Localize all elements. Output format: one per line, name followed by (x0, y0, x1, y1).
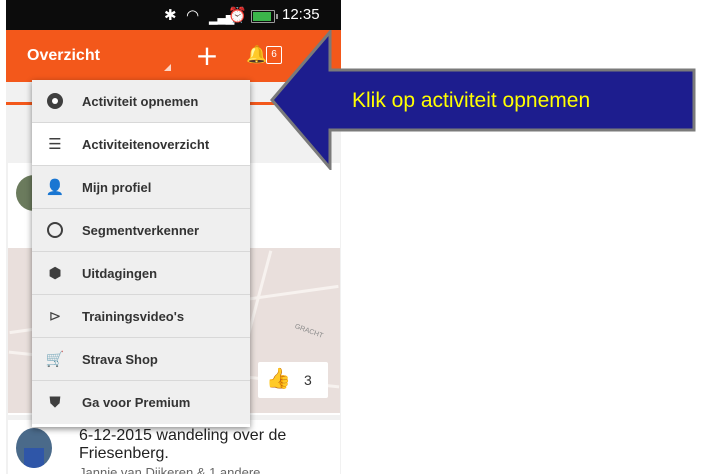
menu-item-label: Ga voor Premium (82, 395, 191, 410)
alarm-icon: ⏰ (228, 6, 247, 24)
add-button[interactable]: + (192, 38, 222, 74)
menu-item-label: Strava Shop (82, 352, 158, 367)
challenges-icon: ⬢ (48, 264, 62, 282)
kudos-count: 3 (304, 372, 312, 388)
segment-explorer-icon (44, 220, 66, 240)
wifi-icon: ◠ (186, 6, 200, 24)
thumbs-up-icon: 👍 (266, 366, 291, 390)
tab-underline (6, 102, 34, 105)
dropdown-caret-icon[interactable] (164, 64, 171, 71)
avatar[interactable] (16, 428, 52, 468)
play-icon: ⊳ (48, 307, 62, 325)
status-bar: ✱ ◠ ▂▄▆ ⏰ 12:35 (6, 0, 341, 30)
app-title[interactable]: Overzicht (27, 47, 100, 65)
menu-item-strava-shop[interactable]: 🛒 Strava Shop (32, 338, 250, 381)
menu-item-record-activity[interactable]: Activiteit opnemen (32, 80, 250, 123)
record-icon (44, 91, 66, 111)
status-time: 12:35 (282, 6, 320, 23)
list-icon: ☰ (48, 135, 62, 153)
menu-item-go-premium[interactable]: ⛊ Ga voor Premium (32, 381, 250, 424)
menu-item-label: Segmentverkenner (82, 223, 200, 238)
battery-icon (251, 10, 278, 23)
menu-item-label: Mijn profiel (82, 180, 152, 195)
menu-item-segment-explorer[interactable]: Segmentverkenner (32, 209, 250, 252)
menu-item-my-profile[interactable]: 👤 Mijn profiel (32, 166, 250, 209)
menu-item-challenges[interactable]: ⬢ Uitdagingen (32, 252, 250, 295)
annotation-text: Klik op activiteit opnemen (352, 89, 591, 112)
navigation-dropdown-menu: Activiteit opnemen ☰ Activiteitenoverzic… (32, 80, 250, 427)
feed-card-title[interactable]: 6-12-2015 wandeling over de Friesenberg. (79, 427, 339, 463)
bluetooth-icon: ✱ (164, 6, 177, 24)
menu-item-label: Trainingsvideo's (82, 309, 185, 324)
cart-icon: 🛒 (45, 350, 65, 368)
kudos-button[interactable]: 👍 3 (258, 362, 328, 398)
menu-item-label: Activiteitenoverzicht (82, 137, 210, 152)
feed-card-athletes[interactable]: Jannie van Dijkeren & 1 andere (79, 465, 260, 474)
menu-item-activity-overview[interactable]: ☰ Activiteitenoverzicht (32, 123, 250, 166)
menu-item-training-videos[interactable]: ⊳ Trainingsvideo's (32, 295, 250, 338)
premium-shield-icon: ⛊ (49, 393, 61, 411)
battery-level (253, 12, 271, 21)
menu-item-label: Uitdagingen (82, 266, 158, 281)
menu-item-label: Activiteit opnemen (82, 94, 199, 109)
profile-icon: 👤 (45, 178, 65, 196)
